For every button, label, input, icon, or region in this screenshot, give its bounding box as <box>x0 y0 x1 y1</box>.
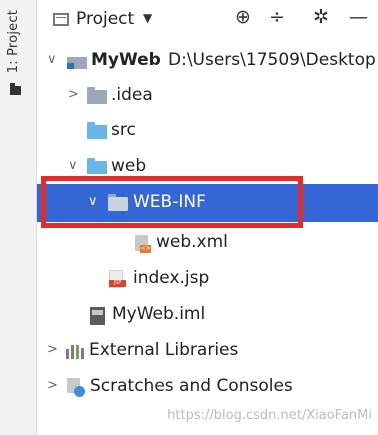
module-folder-icon <box>67 54 87 69</box>
folder-icon <box>87 87 107 104</box>
locate-target-icon[interactable]: ⊕ <box>235 6 251 28</box>
chevron-right-icon[interactable]: > <box>47 342 58 357</box>
project-panel-header: Project ▼ ⊕ ÷ ✲ — <box>37 0 378 40</box>
tree-node-label: index.jsp <box>133 268 210 288</box>
minimize-icon[interactable]: — <box>349 6 368 28</box>
project-tool-tab[interactable]: 1: Project <box>6 10 21 73</box>
tree-node-label: Scratches and Consoles <box>90 376 293 396</box>
folder-icon <box>10 83 21 95</box>
tree-node-idea[interactable]: > .idea <box>37 79 378 113</box>
tree-node-scratches[interactable]: > Scratches and Consoles <box>37 370 378 404</box>
annotation-highlight-box <box>41 176 303 228</box>
iml-file-icon <box>90 307 105 325</box>
library-icon <box>66 345 86 359</box>
collapse-all-icon[interactable]: ÷ <box>269 6 285 28</box>
dropdown-caret-icon[interactable]: ▼ <box>143 11 152 25</box>
project-view-selector[interactable]: Project <box>76 9 134 29</box>
web-folder-icon <box>87 158 107 174</box>
tree-node-myweb-iml[interactable]: MyWeb.iml <box>37 298 378 332</box>
chevron-right-icon[interactable]: > <box>68 87 79 102</box>
tree-node-myweb[interactable]: ∨ MyWeb D:\Users\17509\Desktop <box>37 44 378 78</box>
tree-node-label: src <box>111 120 136 140</box>
tree-node-src[interactable]: src <box>37 114 378 148</box>
settings-gear-icon[interactable]: ✲ <box>313 6 329 28</box>
root-module-name: MyWeb <box>91 50 161 70</box>
tree-node-label: web.xml <box>156 232 228 252</box>
chevron-right-icon[interactable]: > <box>47 378 58 393</box>
project-view-icon <box>53 13 69 26</box>
scratches-icon <box>67 378 86 397</box>
tree-node-web-xml[interactable]: <> web.xml <box>37 226 378 260</box>
tree-node-label: External Libraries <box>89 340 239 360</box>
source-folder-icon <box>87 122 107 139</box>
tree-node-web[interactable]: ∨ web <box>37 148 378 174</box>
tree-node-external-libraries[interactable]: > External Libraries <box>37 334 378 368</box>
jsp-file-icon: JSP <box>109 270 126 288</box>
root-module-path: D:\Users\17509\Desktop <box>168 50 376 70</box>
chevron-down-icon[interactable]: ∨ <box>68 158 78 173</box>
watermark-text: https://blog.csdn.net/XiaoFanMi <box>167 408 372 423</box>
tree-node-label: web <box>111 156 147 174</box>
tool-window-strip: 1: Project <box>0 0 37 435</box>
xml-file-icon: <> <box>135 235 151 253</box>
tree-node-label: .idea <box>111 85 153 105</box>
tree-node-index-jsp[interactable]: JSP index.jsp <box>37 262 378 296</box>
chevron-down-icon[interactable]: ∨ <box>47 52 57 67</box>
tree-node-label: MyWeb.iml <box>112 304 206 324</box>
